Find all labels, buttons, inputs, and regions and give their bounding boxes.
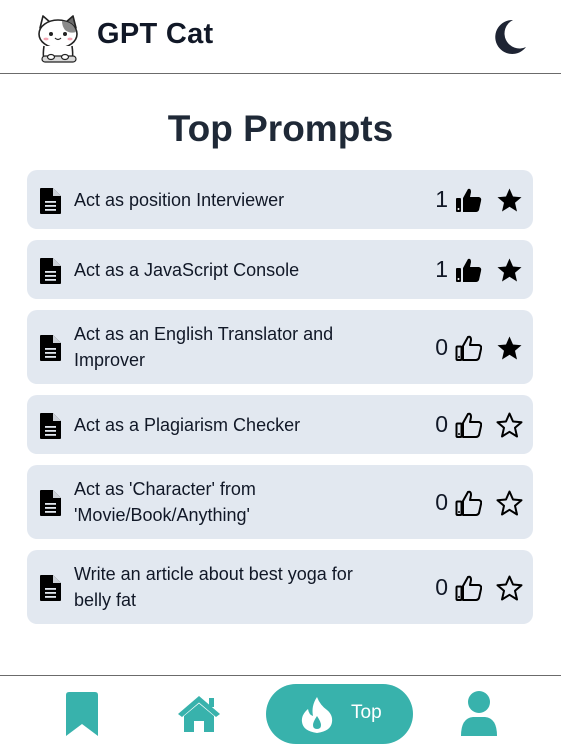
prompt-title: Write an article about best yoga for bel… — [74, 564, 353, 610]
vote-count: 1 — [435, 256, 448, 282]
bottom-nav: Top — [0, 675, 561, 747]
home-icon[interactable] — [176, 693, 222, 733]
thumbs-up-outline-icon[interactable] — [455, 335, 482, 362]
moon-icon[interactable] — [489, 17, 529, 57]
document-icon — [40, 412, 61, 439]
prompt-card[interactable]: Act as a JavaScript Console 1 — [27, 240, 533, 299]
flame-icon — [301, 697, 333, 733]
star-outline-icon[interactable] — [496, 575, 523, 602]
star-outline-icon[interactable] — [496, 412, 523, 439]
prompt-title: Act as a Plagiarism Checker — [74, 414, 301, 435]
document-icon — [40, 490, 61, 516]
app-title: GPT Cat — [97, 18, 214, 50]
document-icon — [40, 187, 61, 214]
document-icon — [40, 575, 61, 601]
vote-count: 0 — [435, 573, 448, 600]
thumbs-up-outline-icon[interactable] — [455, 490, 482, 517]
thumbs-up-filled-icon[interactable] — [455, 187, 482, 214]
star-filled-icon[interactable] — [496, 335, 523, 362]
document-icon — [40, 335, 61, 361]
vote-count: 0 — [435, 411, 448, 437]
thumbs-up-outline-icon[interactable] — [455, 575, 482, 602]
nav-top-button[interactable]: Top — [266, 684, 413, 744]
prompt-card[interactable]: Act as position Interviewer 1 — [27, 170, 533, 229]
bookmark-icon[interactable] — [64, 691, 100, 737]
prompt-title: Act as a JavaScript Console — [74, 259, 300, 280]
thumbs-up-outline-icon[interactable] — [455, 412, 482, 439]
user-icon[interactable] — [459, 690, 499, 738]
cat-logo-icon — [38, 15, 78, 63]
prompt-card[interactable]: Act as an English Translator and Improve… — [27, 310, 533, 384]
star-outline-icon[interactable] — [496, 490, 523, 517]
app-header: GPT Cat — [0, 0, 561, 74]
prompt-card[interactable]: Act as 'Character' from 'Movie/Book/Anyt… — [27, 465, 533, 539]
prompt-card[interactable]: Write an article about best yoga for bel… — [27, 550, 533, 624]
thumbs-up-filled-icon[interactable] — [455, 257, 482, 284]
vote-count: 0 — [435, 488, 448, 515]
prompt-title: Act as 'Character' from 'Movie/Book/Anyt… — [74, 479, 256, 525]
document-icon — [40, 257, 61, 284]
page-title: Top Prompts — [167, 108, 394, 149]
prompt-title: Act as an English Translator and Improve… — [74, 324, 334, 370]
vote-count: 0 — [435, 333, 448, 360]
star-filled-icon[interactable] — [496, 257, 523, 284]
star-filled-icon[interactable] — [496, 187, 523, 214]
vote-count: 1 — [435, 186, 448, 212]
prompt-card[interactable]: Act as a Plagiarism Checker 0 — [27, 395, 533, 454]
nav-top-label: Top — [351, 702, 382, 723]
prompt-title: Act as position Interviewer — [74, 189, 285, 210]
